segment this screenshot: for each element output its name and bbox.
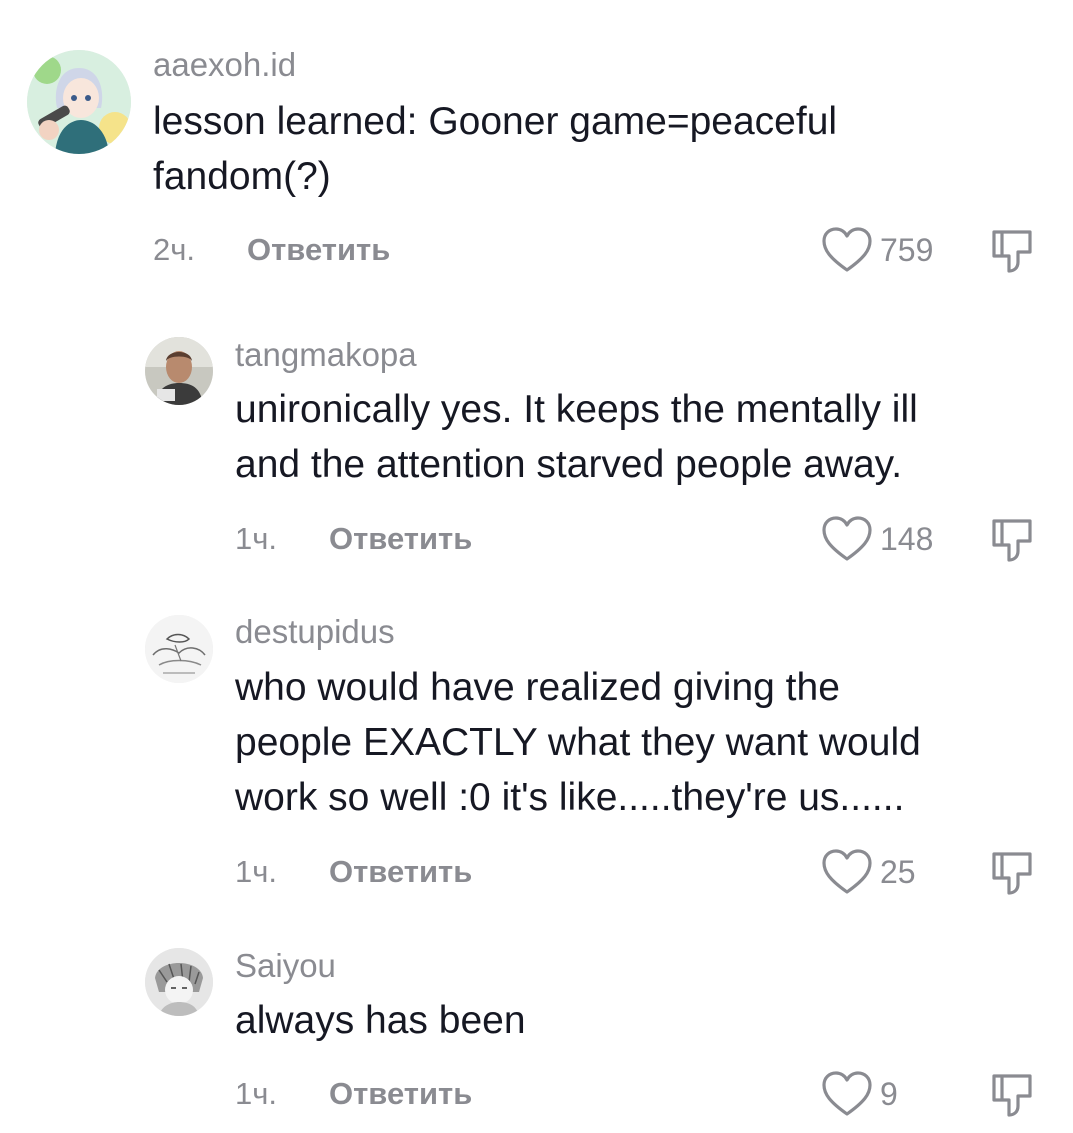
comment-text: lesson learned: Gooner game=peaceful fan… bbox=[153, 100, 838, 198]
comment-item: tangmakopa unironically yes. It keeps th… bbox=[0, 300, 1073, 580]
heart-icon bbox=[822, 227, 872, 272]
anime-character-avatar-icon bbox=[27, 50, 131, 154]
like-count: 25 bbox=[880, 854, 916, 890]
like-button[interactable]: 9 bbox=[820, 1069, 898, 1119]
like-button[interactable]: 25 bbox=[820, 847, 916, 897]
comment-item: Saiyou always has been 1ч. Ответить 9 bbox=[0, 920, 1073, 1133]
comment-timestamp: 1ч. bbox=[235, 1076, 278, 1111]
reply-button[interactable]: Ответить bbox=[329, 521, 472, 557]
comment-text: always has been bbox=[235, 999, 526, 1042]
comment-username[interactable]: tangmakopa bbox=[235, 335, 417, 375]
comment-username[interactable]: Saiyou bbox=[235, 946, 336, 986]
sketch-drawing-avatar-icon bbox=[145, 615, 213, 683]
dislike-button[interactable] bbox=[988, 848, 1036, 898]
comment-text: who would have realized giving the peopl… bbox=[235, 666, 921, 819]
thumbs-down-icon bbox=[992, 852, 1032, 895]
avatar[interactable] bbox=[27, 50, 131, 154]
heart-icon bbox=[822, 849, 872, 894]
heart-icon bbox=[822, 516, 872, 561]
comment-timestamp: 1ч. bbox=[235, 854, 278, 889]
avatar[interactable] bbox=[145, 615, 213, 683]
comment-timestamp: 2ч. bbox=[153, 232, 196, 267]
like-count: 9 bbox=[880, 1076, 898, 1112]
dislike-button[interactable] bbox=[988, 1070, 1036, 1120]
heart-icon bbox=[822, 1071, 872, 1116]
reply-button[interactable]: Ответить bbox=[329, 854, 472, 890]
comment-item: destupidus who would have realized givin… bbox=[0, 580, 1073, 920]
avatar[interactable] bbox=[145, 337, 213, 405]
dislike-button[interactable] bbox=[988, 226, 1036, 276]
comment-item: aaexoh.id lesson learned: Gooner game=pe… bbox=[0, 0, 1073, 300]
thumbs-down-icon bbox=[992, 1074, 1032, 1117]
manga-character-avatar-icon bbox=[145, 948, 213, 1016]
like-button[interactable]: 759 bbox=[820, 225, 933, 275]
comment-timestamp: 1ч. bbox=[235, 521, 278, 556]
man-photo-avatar-icon bbox=[145, 337, 213, 405]
avatar[interactable] bbox=[145, 948, 213, 1016]
reply-button[interactable]: Ответить bbox=[247, 232, 390, 268]
comment-username[interactable]: aaexoh.id bbox=[153, 45, 296, 85]
comment-username[interactable]: destupidus bbox=[235, 612, 395, 652]
reply-button[interactable]: Ответить bbox=[329, 1076, 472, 1112]
comment-text: unironically yes. It keeps the mentally … bbox=[235, 388, 918, 486]
thumbs-down-icon bbox=[992, 519, 1032, 562]
like-button[interactable]: 148 bbox=[820, 514, 933, 564]
dislike-button[interactable] bbox=[988, 515, 1036, 565]
thumbs-down-icon bbox=[992, 230, 1032, 273]
like-count: 759 bbox=[880, 232, 934, 268]
like-count: 148 bbox=[880, 521, 934, 557]
